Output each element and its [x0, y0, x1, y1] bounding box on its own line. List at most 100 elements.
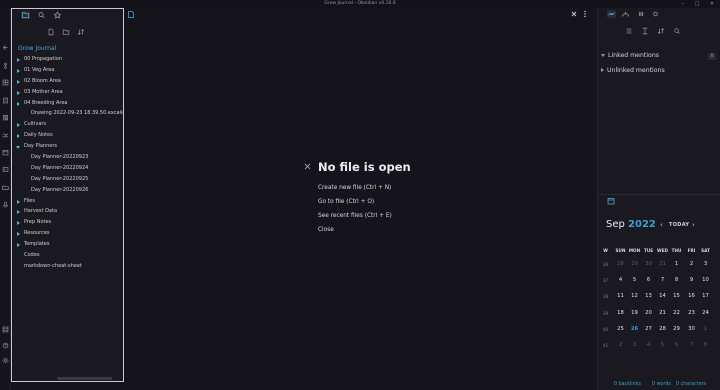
calendar-day[interactable]: 8: [670, 277, 683, 283]
calendar-day[interactable]: 30: [642, 261, 655, 267]
calendar-day[interactable]: 2: [614, 342, 627, 348]
collapse-icon[interactable]: [2, 44, 9, 51]
canvas-icon[interactable]: [2, 79, 9, 86]
backlinks-icon[interactable]: [607, 10, 616, 18]
maximize-button[interactable]: □: [692, 0, 702, 8]
vault-name[interactable]: Grow Journal: [18, 45, 56, 52]
calendar-day[interactable]: 1: [699, 326, 712, 332]
tree-file[interactable]: Day Planner-20220925: [12, 174, 123, 185]
tree-folder[interactable]: Prep Notes: [12, 217, 123, 228]
calendar-day[interactable]: 7: [656, 277, 669, 283]
tree-folder[interactable]: Harvest Data: [12, 206, 123, 217]
calendar-day[interactable]: 6: [642, 277, 655, 283]
random-icon[interactable]: [2, 132, 9, 139]
command-icon[interactable]: [2, 166, 9, 173]
week-number[interactable]: 37: [599, 278, 612, 283]
calendar-day[interactable]: 15: [670, 293, 683, 299]
tree-file[interactable]: Codex: [12, 250, 123, 261]
calendar-day[interactable]: 21: [656, 310, 669, 316]
settings-icon[interactable]: [2, 357, 9, 364]
calendar-day[interactable]: 28: [614, 261, 627, 267]
star-icon[interactable]: [53, 11, 62, 19]
calendar-day[interactable]: 3: [699, 261, 712, 267]
minimize-button[interactable]: –: [678, 0, 688, 8]
close-link[interactable]: Close: [318, 227, 334, 233]
today-button[interactable]: TODAY: [669, 222, 689, 228]
tree-folder[interactable]: Files: [12, 196, 123, 207]
calendar-day[interactable]: 26: [628, 326, 641, 332]
tree-folder[interactable]: 02 Bloom Area: [12, 76, 123, 87]
calendar-icon[interactable]: [2, 149, 9, 156]
calendar-day[interactable]: 30: [685, 326, 698, 332]
calendar-day[interactable]: 8: [699, 342, 712, 348]
tree-file[interactable]: Drawing 2022-09-23 18.39.50.excalidraw: [12, 108, 123, 119]
calendar-day[interactable]: 22: [670, 310, 683, 316]
show-context-icon[interactable]: [641, 27, 649, 35]
calendar-day[interactable]: 12: [628, 293, 641, 299]
calendar-icon[interactable]: [607, 197, 615, 205]
week-number[interactable]: 41: [599, 343, 612, 348]
search-icon[interactable]: [37, 11, 46, 19]
help-icon[interactable]: [2, 342, 9, 349]
tree-file[interactable]: Day Planner-20220926: [12, 185, 123, 196]
tags-icon[interactable]: [637, 10, 646, 18]
search-icon[interactable]: [673, 27, 681, 35]
calendar-day[interactable]: 1: [670, 261, 683, 267]
calendar-day[interactable]: 27: [642, 326, 655, 332]
calendar-day[interactable]: 4: [614, 277, 627, 283]
graph-icon[interactable]: [2, 62, 9, 69]
more-options-icon[interactable]: [583, 10, 587, 18]
chevron-left-icon[interactable]: ‹: [660, 221, 663, 229]
tree-folder[interactable]: Cultivars: [12, 119, 123, 130]
tree-file[interactable]: markdown-cheat-sheet: [12, 261, 123, 272]
calendar-day[interactable]: 13: [642, 293, 655, 299]
calendar-day[interactable]: 28: [656, 326, 669, 332]
week-number[interactable]: 39: [599, 311, 612, 316]
close-window-button[interactable]: ✕: [707, 0, 717, 8]
panel-divider[interactable]: [598, 194, 720, 195]
recent-files-link[interactable]: See recent files (Ctrl + E): [318, 213, 392, 219]
template-icon[interactable]: [2, 114, 9, 121]
calendar-day[interactable]: 10: [699, 277, 712, 283]
calendar-day[interactable]: 19: [628, 310, 641, 316]
calendar-day[interactable]: 5: [628, 277, 641, 283]
calendar-day[interactable]: 29: [670, 326, 683, 332]
tree-folder[interactable]: 03 Mother Area: [12, 87, 123, 98]
calendar-day[interactable]: 6: [670, 342, 683, 348]
calendar-day[interactable]: 31: [656, 261, 669, 267]
calendar-day[interactable]: 3: [628, 342, 641, 348]
audio-icon[interactable]: [2, 201, 9, 208]
collapse-results-icon[interactable]: [625, 27, 633, 35]
outgoing-links-icon[interactable]: [621, 10, 630, 18]
calendar-day[interactable]: 5: [656, 342, 669, 348]
tree-folder[interactable]: Day Planners: [12, 141, 123, 152]
tree-folder[interactable]: 04 Breeding Area: [12, 98, 123, 109]
horizontal-scrollbar[interactable]: [57, 377, 112, 380]
tree-folder[interactable]: Daily Notes: [12, 130, 123, 141]
week-number[interactable]: 38: [599, 294, 612, 299]
week-number[interactable]: 40: [599, 327, 612, 332]
tree-folder[interactable]: Templates: [12, 239, 123, 250]
tree-folder[interactable]: 00 Propagation: [12, 54, 123, 65]
new-folder-icon[interactable]: [62, 28, 70, 36]
calendar-day[interactable]: 25: [614, 326, 627, 332]
create-new-file-link[interactable]: Create new file (Ctrl + N): [318, 185, 391, 191]
calendar-day[interactable]: 7: [685, 342, 698, 348]
folder-open-icon[interactable]: [2, 184, 9, 191]
calendar-day[interactable]: 4: [642, 342, 655, 348]
new-note-icon[interactable]: [47, 28, 55, 36]
backlinks-count[interactable]: 0 backlinks: [614, 382, 641, 387]
linked-mentions-header[interactable]: Linked mentions: [601, 52, 659, 59]
tree-folder[interactable]: Resources: [12, 228, 123, 239]
outline-icon[interactable]: [651, 10, 660, 18]
week-number[interactable]: 36: [599, 262, 612, 267]
calendar-day[interactable]: 17: [699, 293, 712, 299]
daily-note-icon[interactable]: [2, 97, 9, 104]
tree-file[interactable]: Day Planner-20220923: [12, 152, 123, 163]
close-icon[interactable]: [570, 10, 578, 18]
calendar-day[interactable]: 23: [685, 310, 698, 316]
calendar-day[interactable]: 16: [685, 293, 698, 299]
file-icon[interactable]: [128, 11, 134, 18]
sort-icon[interactable]: [657, 27, 665, 35]
calendar-day[interactable]: 2: [685, 261, 698, 267]
